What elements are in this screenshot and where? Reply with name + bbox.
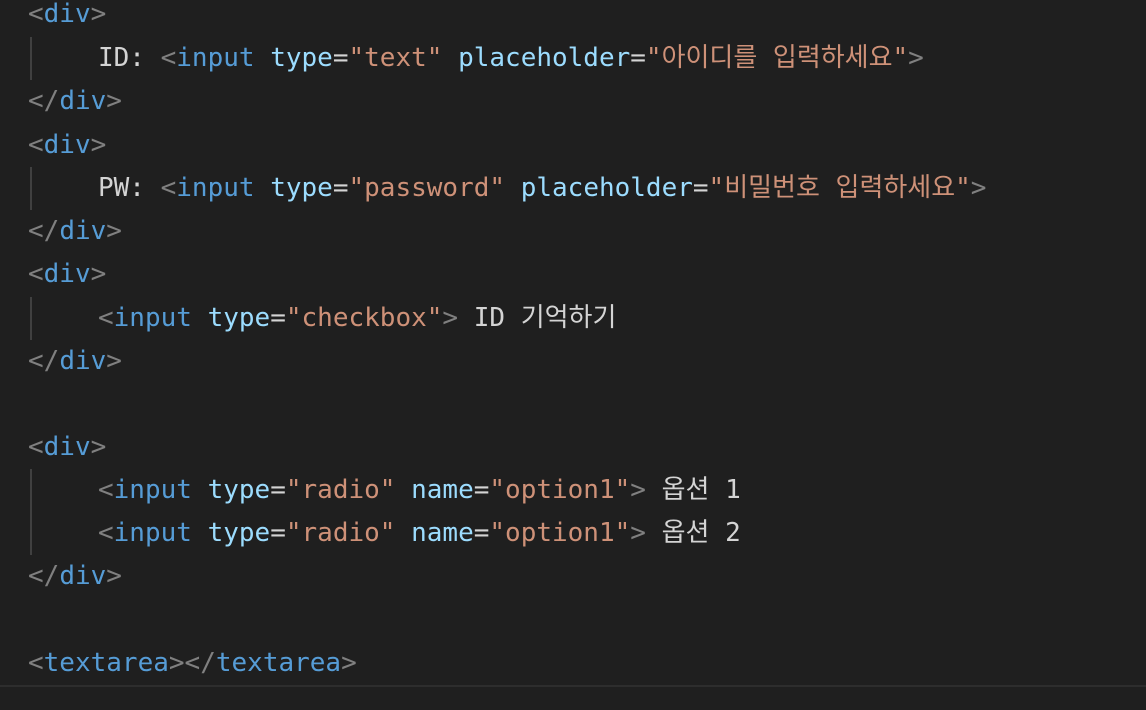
- code-line-div-open: <div>: [28, 124, 106, 167]
- attribute-token: type: [207, 475, 271, 505]
- bracket-token: >: [90, 259, 107, 289]
- code-line-id-input: ID: <input type="text" placeholder="아이디를…: [28, 37, 924, 80]
- string-token: "비밀번호 입력하세요": [708, 173, 971, 203]
- attribute-token: name: [411, 475, 474, 505]
- equals-token: =: [692, 173, 709, 203]
- tag-token: div: [59, 346, 107, 376]
- tag-token: input: [113, 303, 192, 333]
- tag-token: div: [43, 130, 91, 160]
- equals-token: =: [473, 475, 490, 505]
- tag-token: div: [59, 216, 107, 246]
- equals-token: =: [332, 43, 349, 73]
- attribute-token: type: [270, 43, 333, 73]
- bracket-token: <: [98, 518, 114, 548]
- bracket-token: <: [28, 130, 44, 160]
- label-text: PW:: [98, 173, 161, 203]
- equals-token: =: [270, 518, 286, 548]
- bracket-token: </: [28, 346, 60, 376]
- string-token: "radio": [285, 518, 396, 548]
- code-line-div-open: <div>: [28, 426, 106, 469]
- tag-token: div: [43, 0, 91, 29]
- equals-token: =: [270, 303, 286, 333]
- string-token: "option1": [489, 475, 631, 505]
- string-token: "password": [348, 173, 506, 203]
- code-line-div-close: </div>: [28, 80, 122, 123]
- bracket-token: </: [28, 561, 60, 591]
- bracket-token: >: [106, 216, 122, 246]
- tag-token: div: [59, 86, 107, 116]
- tag-token: input: [176, 43, 255, 73]
- bracket-token: <: [98, 303, 114, 333]
- tag-token: div: [59, 561, 107, 591]
- tag-token: input: [176, 173, 255, 203]
- code-line-div-close: </div>: [28, 340, 122, 383]
- bracket-token: >: [90, 432, 107, 462]
- tag-token: div: [43, 259, 91, 289]
- bracket-token: >: [168, 648, 185, 678]
- bracket-token: </: [28, 86, 60, 116]
- tag-token: input: [113, 518, 192, 548]
- string-token: "아이디를 입력하세요": [645, 43, 909, 73]
- string-token: "checkbox": [285, 303, 443, 333]
- attribute-token: type: [207, 518, 271, 548]
- bracket-token: <: [28, 259, 44, 289]
- bracket-token: <: [160, 173, 177, 203]
- tag-token: div: [43, 432, 91, 462]
- equals-token: =: [270, 475, 286, 505]
- bracket-token: >: [442, 303, 459, 333]
- bracket-token: >: [106, 561, 122, 591]
- tag-token: textarea: [215, 648, 342, 678]
- content-text: ID 기억하기: [458, 303, 617, 333]
- code-line-pw-input: PW: <input type="password" placeholder="…: [28, 167, 986, 210]
- code-line-radio-input-1: <input type="radio" name="option1"> 옵션 1: [28, 469, 741, 512]
- bracket-token: >: [630, 518, 646, 548]
- code-line-textarea: <textarea></textarea>: [28, 642, 357, 685]
- content-text: 옵션 1: [645, 475, 741, 505]
- string-token: "option1": [489, 518, 631, 548]
- code-line-div-close: </div>: [28, 210, 122, 253]
- equals-token: =: [630, 43, 646, 73]
- attribute-token: type: [270, 173, 333, 203]
- bracket-token: >: [90, 0, 107, 29]
- bracket-token: >: [90, 130, 107, 160]
- bracket-token: >: [970, 173, 987, 203]
- attribute-token: placeholder: [458, 43, 631, 73]
- bracket-token: >: [106, 86, 122, 116]
- string-token: "text": [348, 43, 443, 73]
- bracket-token: >: [106, 346, 122, 376]
- bracket-token: <: [98, 475, 114, 505]
- tag-token: input: [113, 475, 192, 505]
- attribute-token: name: [411, 518, 474, 548]
- code-line-div-open: <div>: [28, 0, 106, 36]
- current-line-highlight: [0, 685, 1146, 687]
- bracket-token: <: [160, 43, 177, 73]
- code-line-checkbox-input: <input type="checkbox"> ID 기억하기: [28, 297, 616, 340]
- equals-token: =: [473, 518, 490, 548]
- content-text: 옵션 2: [645, 518, 741, 548]
- string-token: "radio": [285, 475, 396, 505]
- attribute-token: type: [207, 303, 271, 333]
- bracket-token: </: [184, 648, 216, 678]
- code-editor[interactable]: <div> ID: <input type="text" placeholder…: [0, 0, 1146, 710]
- code-line-div-open: <div>: [28, 253, 106, 296]
- code-line-div-close: </div>: [28, 555, 122, 598]
- bracket-token: <: [28, 648, 44, 678]
- equals-token: =: [332, 173, 349, 203]
- tag-token: textarea: [43, 648, 169, 678]
- bracket-token: >: [341, 648, 357, 678]
- bracket-token: <: [28, 432, 44, 462]
- label-text: ID:: [98, 43, 161, 73]
- bracket-token: >: [908, 43, 924, 73]
- code-line-radio-input-2: <input type="radio" name="option1"> 옵션 2: [28, 512, 741, 555]
- bracket-token: </: [28, 216, 60, 246]
- bracket-token: <: [28, 0, 44, 29]
- attribute-token: placeholder: [520, 173, 693, 203]
- bracket-token: >: [630, 475, 646, 505]
